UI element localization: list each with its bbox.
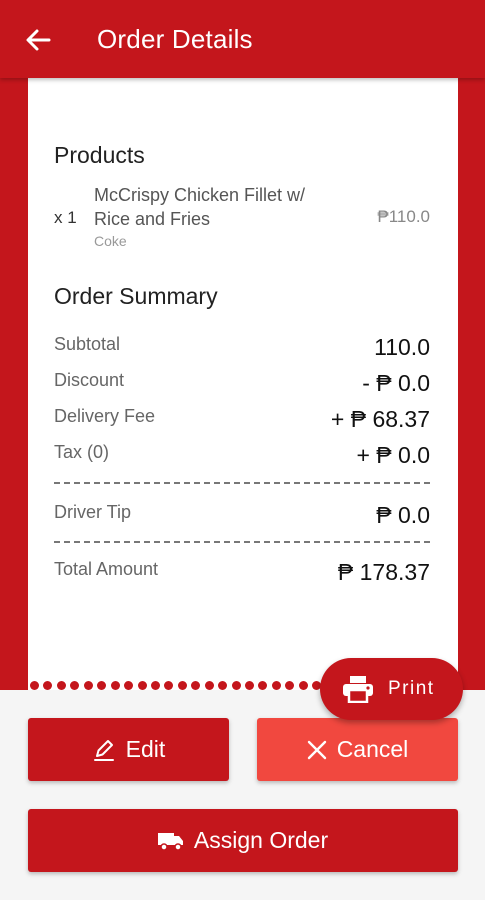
page-title: Order Details	[97, 24, 253, 54]
product-price: ₱110.0	[377, 207, 430, 226]
cancel-button[interactable]: Cancel	[257, 718, 458, 781]
product-name: McCrispy Chicken Fillet w/ Rice and Frie…	[94, 185, 306, 229]
edit-button[interactable]: Edit	[28, 718, 229, 781]
edit-label: Edit	[125, 736, 166, 762]
print-label: Print	[388, 678, 435, 699]
delivery-fee-value: + ₱ 68.37	[330, 406, 430, 432]
total-amount-value: ₱ 178.37	[337, 559, 430, 585]
divider	[54, 541, 430, 543]
back-button[interactable]	[18, 22, 58, 58]
assign-order-label: Assign Order	[193, 827, 329, 853]
tax-label: Tax (0)	[54, 442, 110, 462]
subtotal-label: Subtotal	[54, 334, 121, 354]
subtotal-value: 110.0	[374, 334, 430, 360]
total-amount-label: Total Amount	[54, 559, 159, 579]
driver-tip-value: ₱ 0.0	[376, 502, 430, 528]
assign-order-button[interactable]: Assign Order	[28, 809, 458, 872]
order-summary-heading: Order Summary	[54, 283, 218, 309]
app-bar: Order Details	[0, 0, 485, 78]
products-heading: Products	[54, 142, 145, 168]
product-quantity: x 1	[54, 208, 77, 227]
divider	[54, 482, 430, 484]
tax-value: + ₱ 0.0	[356, 442, 430, 468]
arrow-left-icon	[26, 29, 51, 51]
discount-label: Discount	[54, 370, 125, 390]
pencil-icon	[93, 739, 114, 761]
cancel-label: Cancel	[336, 736, 409, 762]
print-button[interactable]: Print	[320, 658, 463, 720]
driver-tip-label: Driver Tip	[54, 502, 132, 522]
close-icon	[307, 740, 326, 759]
product-note: Coke	[94, 233, 127, 249]
truck-icon	[157, 832, 183, 851]
printer-icon	[343, 676, 373, 703]
delivery-fee-label: Delivery Fee	[54, 406, 156, 426]
discount-value: - ₱ 0.0	[362, 370, 430, 396]
